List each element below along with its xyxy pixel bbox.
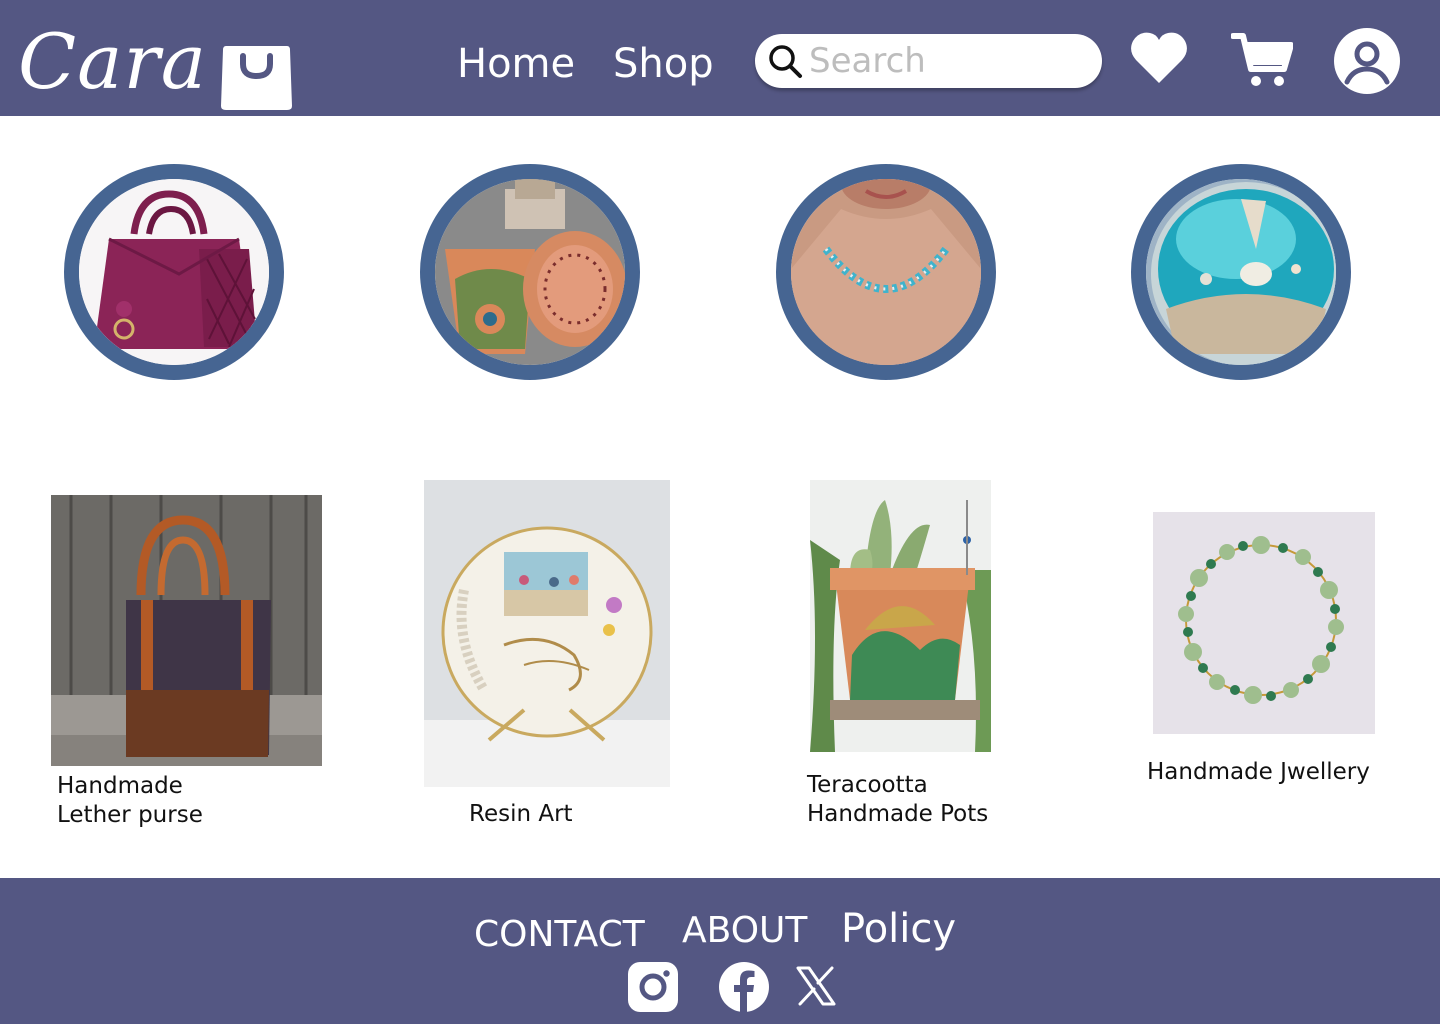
resin-coaster-image [1146,179,1336,365]
user-icon[interactable] [1333,27,1401,95]
cart-icon[interactable] [1231,31,1293,88]
product-label-resin-art: Resin Art [469,800,573,829]
product-image-jewellery[interactable] [1153,512,1375,734]
product-image-terracotta-pots[interactable] [810,480,991,752]
footer-about-link[interactable]: ABOUT [682,913,807,949]
product-label-line: Resin Art [469,801,573,827]
product-label-jewellery: Handmade Jwellery [1147,758,1370,787]
terracotta-pots-image [435,179,625,365]
handbag-image [79,179,269,365]
product-image-resin-art[interactable] [424,480,670,787]
search-input[interactable] [809,40,1089,82]
site-header: Cara Home Shop [0,0,1440,116]
product-label-line: Handmade Jwellery [1147,759,1370,785]
shopping-bag-icon[interactable] [221,44,292,110]
product-label-line: Handmade Pots [807,801,989,827]
nav-home-link[interactable]: Home [457,40,575,88]
product-label-leather-purse: Handmade Lether purse [57,772,203,830]
category-pots[interactable] [420,164,640,380]
product-image-leather-purse[interactable] [51,495,322,766]
instagram-icon[interactable] [628,962,678,1012]
product-label-line: Handmade [57,773,183,799]
product-label-line: Teracootta [807,772,928,798]
footer-policy-link[interactable]: Policy [841,909,956,949]
necklace-image [791,179,981,365]
search-icon[interactable] [767,43,803,79]
x-icon[interactable] [796,966,836,1006]
product-label-line: Lether purse [57,802,203,828]
site-footer: CONTACT ABOUT Policy [0,878,1440,1024]
heart-icon[interactable] [1130,31,1188,85]
search-bar[interactable] [755,34,1102,88]
nav-shop-link[interactable]: Shop [613,40,714,88]
product-label-terracotta-pots: Teracootta Handmade Pots [807,771,988,829]
category-resin[interactable] [1131,164,1351,380]
footer-contact-link[interactable]: CONTACT [474,917,645,953]
category-handbag[interactable] [64,164,284,380]
logo-text[interactable]: Cara [18,24,207,100]
facebook-icon[interactable] [719,962,769,1012]
category-necklace[interactable] [776,164,996,380]
